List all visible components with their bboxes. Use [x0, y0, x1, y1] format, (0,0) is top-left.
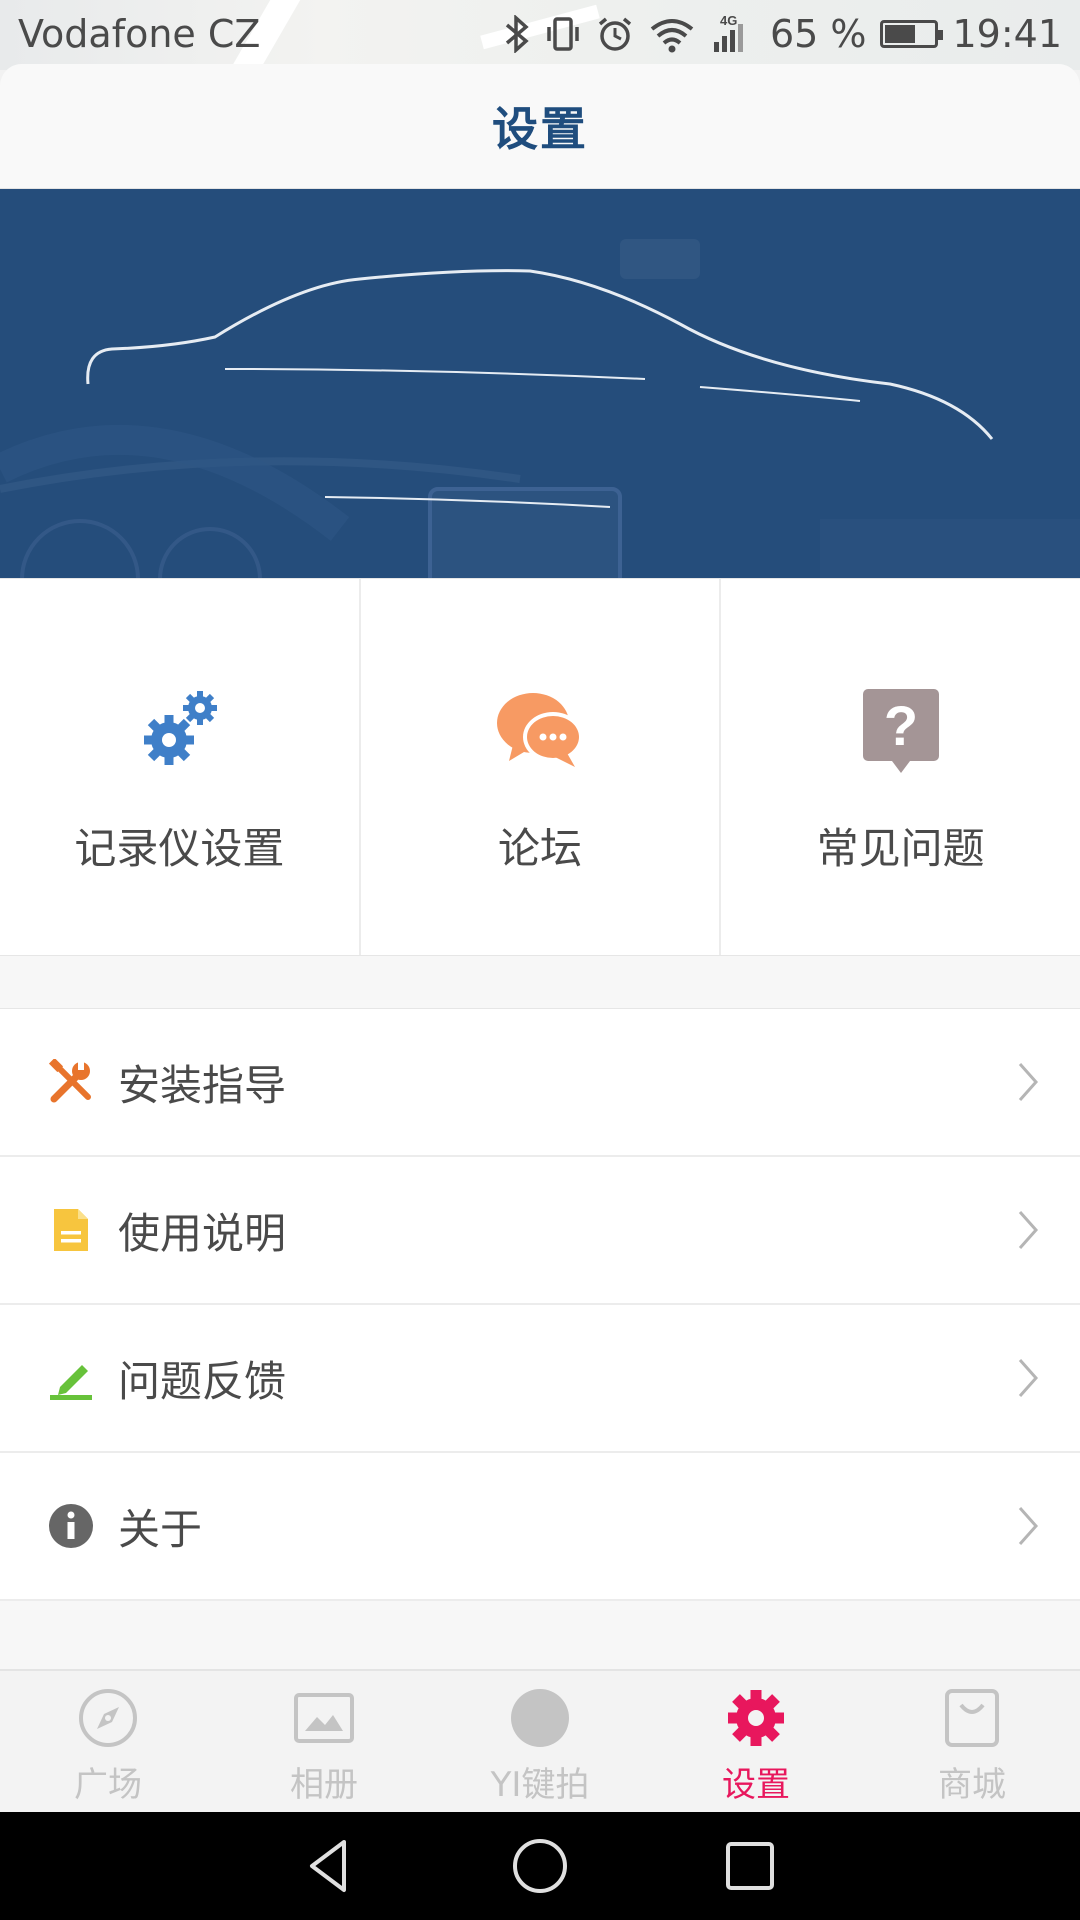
album-icon — [294, 1693, 354, 1743]
battery-icon — [880, 20, 944, 48]
tab-album[interactable]: 相册 — [216, 1671, 432, 1814]
home-icon[interactable] — [510, 1836, 570, 1896]
grid-item-label: 记录仪设置 — [74, 824, 285, 873]
clock: 19:41 — [952, 12, 1062, 56]
grid-item-label: 常见问题 — [816, 824, 985, 873]
grid-item-label: 论坛 — [498, 824, 583, 873]
bluetooth-icon — [505, 15, 529, 53]
status-bar: Vodafone CZ 4G 65 % 19:41 — [0, 0, 1080, 70]
bottom-navigation: 广场 相册 YI键拍 设置 商城 — [0, 1669, 1080, 1814]
signal-icon: 4G — [713, 14, 743, 52]
list-item-label: 安装指导 — [118, 1060, 287, 1110]
title-bar: 设置 — [0, 64, 1080, 189]
list-item-label: 关于 — [118, 1504, 203, 1554]
edit-icon — [50, 1365, 92, 1400]
tools-icon — [48, 1059, 91, 1103]
banner-image — [0, 189, 1080, 594]
chevron-right-icon — [1018, 1507, 1039, 1545]
tab-settings[interactable]: 设置 — [648, 1671, 864, 1814]
system-navigation-bar — [0, 1812, 1080, 1920]
chevron-right-icon — [1018, 1211, 1039, 1249]
list-item-label: 问题反馈 — [118, 1356, 287, 1406]
tab-plaza[interactable]: 广场 — [0, 1671, 216, 1814]
list-item-user-manual[interactable]: 使用说明 — [0, 1157, 1080, 1305]
carrier-name: Vodafone CZ — [18, 12, 261, 56]
list-item-install-guide[interactable]: 安装指导 — [0, 1009, 1080, 1157]
battery-fill — [885, 25, 916, 43]
vibrate-icon — [547, 17, 579, 51]
list-item-feedback[interactable]: 问题反馈 — [0, 1305, 1080, 1453]
shopping-bag-icon — [945, 1689, 999, 1747]
chevron-right-icon — [1018, 1063, 1039, 1101]
tab-store[interactable]: 商城 — [864, 1671, 1080, 1814]
feature-grid: 记录仪设置 论坛 ? 常见问题 — [0, 578, 1080, 956]
alarm-icon — [598, 17, 632, 51]
chevron-right-icon — [1018, 1359, 1039, 1397]
grid-item-faq[interactable]: ? 常见问题 — [721, 579, 1080, 955]
question-icon: ? — [862, 689, 939, 773]
info-icon — [49, 1504, 93, 1548]
chat-bubbles-icon — [497, 693, 583, 767]
svg-text:?: ? — [884, 694, 918, 757]
tab-yi-capture[interactable]: YI键拍 — [432, 1671, 648, 1814]
wifi-icon — [650, 19, 694, 53]
tab-label: 相册 — [290, 1765, 358, 1805]
grid-item-forum[interactable]: 论坛 — [361, 579, 722, 955]
list-item-label: 使用说明 — [118, 1208, 287, 1258]
document-icon — [54, 1209, 88, 1251]
tab-label: YI键拍 — [490, 1765, 590, 1805]
tab-label: 设置 — [722, 1765, 790, 1805]
car-illustration — [0, 239, 1080, 594]
list-item-about[interactable]: 关于 — [0, 1453, 1080, 1601]
gears-icon — [144, 691, 218, 765]
tab-label: 广场 — [74, 1765, 142, 1805]
grid-item-recorder-settings[interactable]: 记录仪设置 — [0, 579, 361, 955]
tab-label: 商城 — [938, 1765, 1006, 1805]
gear-icon — [728, 1690, 784, 1746]
recents-icon[interactable] — [720, 1836, 780, 1896]
network-type: 4G — [720, 14, 737, 28]
compass-icon — [79, 1689, 137, 1747]
battery-percent: 65 % — [769, 12, 867, 56]
back-icon[interactable] — [300, 1836, 360, 1896]
capture-icon — [511, 1689, 569, 1747]
page-title: 设置 — [492, 102, 588, 156]
settings-list: 安装指导 使用说明 问题反馈 关于 — [0, 1008, 1080, 1601]
